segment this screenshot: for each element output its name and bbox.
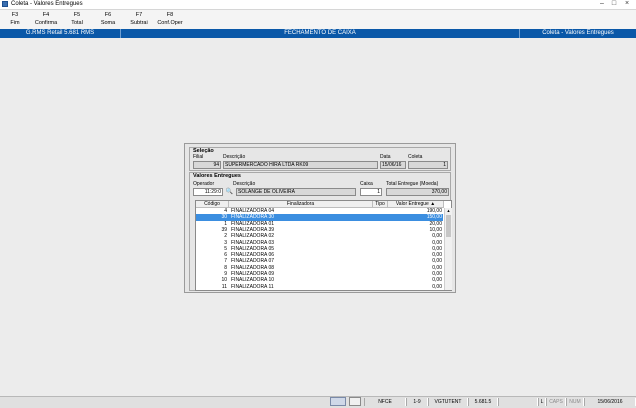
selecao-group: Seleção Filial 94 Descrição SUPERMERCADO…	[189, 147, 451, 171]
descricao-label: Descrição	[223, 154, 246, 160]
col-header-valor-label: Valor Entregue	[395, 201, 429, 207]
title-bar: Coleta - Valores Entregues – □ ×	[0, 0, 636, 10]
status-nfce: NFCE	[364, 398, 406, 406]
function-key-toolbar: F3 Fim F4 Confirma F5 Total F6 Soma F7 S…	[0, 10, 636, 29]
module-title: Coleta - Valores Entregues	[542, 30, 614, 36]
status-user: VGTUTENT	[428, 398, 468, 406]
sort-icon: ▲	[430, 201, 436, 207]
f4-confirma-button[interactable]: F4 Confirma	[32, 11, 60, 28]
status-mode: L	[538, 398, 546, 406]
f7-subtrai-button[interactable]: F7 Subtrai	[127, 11, 151, 28]
system-name: G.RMS Retail 5.681 RMS	[25, 30, 95, 36]
caixa-label: Caixa	[360, 181, 373, 187]
close-button[interactable]: ×	[621, 0, 633, 8]
fkey-label: F6	[104, 12, 112, 18]
col-header-codigo[interactable]: Código	[196, 201, 229, 208]
fkey-action: Confirma	[34, 20, 58, 26]
scroll-thumb[interactable]	[446, 215, 451, 237]
operador-descricao-field: SOLANGE DE OLIVEIRA	[236, 188, 356, 196]
keyboard-icon[interactable]	[330, 397, 346, 406]
fkey-label: F4	[42, 12, 50, 18]
total-field: 370,00	[386, 188, 449, 196]
operador-descricao-label: Descrição	[233, 181, 256, 187]
fkey-label: F7	[135, 12, 143, 18]
fkey-action: Soma	[100, 20, 116, 26]
status-version: 5.681.5	[468, 398, 498, 406]
filial-descricao-field: SUPERMERCADO HIRA LTDA RK09	[223, 161, 378, 169]
valores-entregues-group: Valores Entregues Operador 11:29:0 🔍 Des…	[189, 172, 452, 291]
status-empty	[498, 398, 538, 406]
col-header-tipo[interactable]: Tipo	[373, 201, 388, 208]
fkey-action: Fim	[10, 20, 20, 26]
fkey-action: Total	[71, 20, 83, 26]
caixa-field[interactable]: 1	[360, 188, 382, 196]
col-header-finalizadora[interactable]: Finalizadora	[229, 201, 373, 208]
window-title: Coleta - Valores Entregues	[11, 1, 83, 7]
fkey-action: Conf.Oper	[157, 20, 183, 26]
coleta-label: Coleta	[408, 154, 423, 160]
finalizadoras-grid: Código Finalizadora Tipo Valor Entregue …	[195, 200, 452, 291]
data-label: Data	[380, 154, 391, 160]
scroll-up-icon[interactable]: ▲	[445, 208, 452, 214]
table-row[interactable]: 11 FINALIZADORA 11 0,00	[196, 284, 443, 290]
app-icon	[2, 1, 8, 7]
header-strip: G.RMS Retail 5.681 RMS FECHAMENTO DE CAI…	[0, 29, 636, 38]
filial-label: Filial	[193, 154, 204, 160]
cell-tipo	[374, 284, 387, 290]
cell-valor: 0,00	[432, 283, 442, 290]
cell-finalizadora: FINALIZADORA 11	[231, 283, 274, 290]
fkey-label: F5	[73, 12, 81, 18]
valores-title: Valores Entregues	[193, 173, 241, 179]
maximize-button[interactable]: □	[608, 0, 620, 8]
f6-soma-button[interactable]: F6 Soma	[96, 11, 120, 28]
screen-title: FECHAMENTO DE CAIXA	[284, 30, 356, 36]
status-bar: NFCE 1-9 VGTUTENT 5.681.5 L CAPS NUM 15/…	[0, 396, 636, 408]
vertical-scrollbar[interactable]: ▲	[444, 208, 452, 290]
fkey-label: F3	[11, 12, 19, 18]
coleta-dialog: Seleção Filial 94 Descrição SUPERMERCADO…	[184, 143, 456, 293]
status-num: NUM	[566, 398, 584, 406]
coleta-field[interactable]: 1	[408, 161, 448, 169]
document-icon[interactable]	[349, 397, 361, 406]
f5-total-button[interactable]: F5 Total	[66, 11, 88, 28]
f8-conf-oper-button[interactable]: F8 Conf.Oper	[154, 11, 186, 28]
col-header-valor[interactable]: Valor Entregue ▲	[388, 201, 444, 208]
operador-field[interactable]: 11:29:0	[193, 188, 223, 196]
f3-fim-button[interactable]: F3 Fim	[4, 11, 26, 28]
minimize-button[interactable]: –	[596, 0, 608, 8]
binoculars-search-icon[interactable]: 🔍	[225, 188, 234, 196]
operador-label: Operador	[193, 181, 215, 187]
total-label: Total Entregue (Moeda)	[386, 181, 439, 187]
cell-codigo: 11	[221, 283, 227, 290]
status-caps: CAPS	[546, 398, 566, 406]
data-field[interactable]: 15/06/16	[380, 161, 406, 169]
filial-field[interactable]: 94	[193, 161, 221, 169]
status-date: 15/06/2016	[584, 398, 636, 406]
fkey-action: Subtrai	[130, 20, 148, 26]
fkey-label: F8	[166, 12, 174, 18]
status-range: 1-9	[406, 398, 428, 406]
